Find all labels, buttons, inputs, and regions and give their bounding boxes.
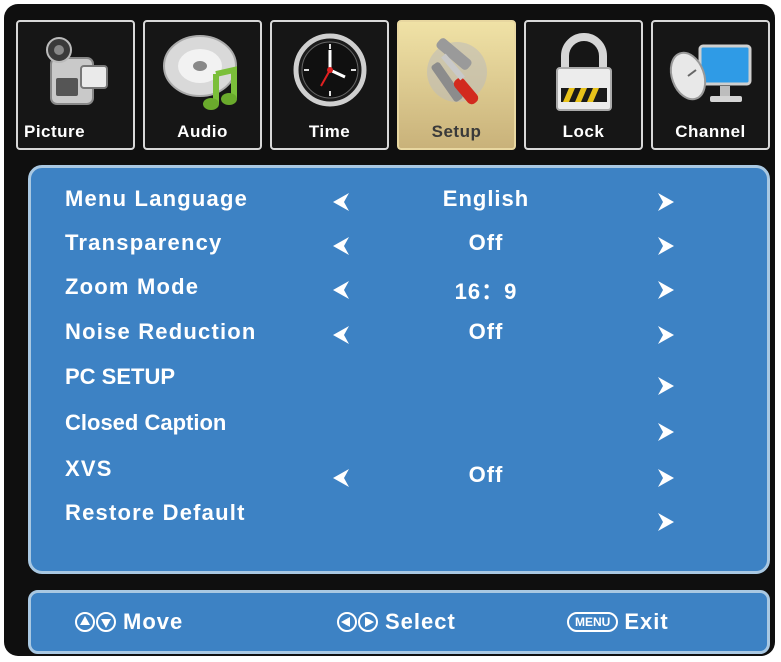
menu-item-label: Menu Language xyxy=(65,186,249,211)
setup-menu-panel: Menu Language English Transparency Off Z… xyxy=(28,165,770,574)
tab-lock-label: Lock xyxy=(562,122,605,141)
footer-hint-bar: Move Select MENU Exit xyxy=(28,590,770,654)
tab-time[interactable]: Time xyxy=(270,20,389,150)
left-arrow-icon[interactable] xyxy=(331,323,351,347)
left-arrow-icon[interactable] xyxy=(331,278,351,302)
tab-audio-label: Audio xyxy=(177,122,228,141)
tab-picture[interactable]: Picture xyxy=(16,20,135,150)
menu-item-label: Zoom Mode xyxy=(65,274,200,299)
tab-setup[interactable]: Setup xyxy=(397,20,516,150)
right-arrow-icon[interactable] xyxy=(656,278,676,302)
menu-item-value: 16：9 xyxy=(454,279,518,304)
left-right-arrows-icon xyxy=(337,612,378,632)
menu-item-value: Off xyxy=(468,230,504,255)
up-down-arrows-icon xyxy=(75,612,116,632)
move-hint: Move xyxy=(75,607,183,637)
menu-row-transparency[interactable]: Transparency Off xyxy=(31,226,767,266)
menu-key-badge: MENU xyxy=(567,612,619,632)
menu-row-noise-reduction[interactable]: Noise Reduction Off xyxy=(31,315,767,355)
menu-row-zoom-mode[interactable]: Zoom Mode 16：9 xyxy=(31,270,767,310)
right-arrow-icon[interactable] xyxy=(656,420,676,444)
menu-row-closed-caption[interactable]: Closed Caption xyxy=(31,406,767,446)
menu-row-pc-setup[interactable]: PC SETUP xyxy=(31,360,767,400)
menu-item-value: Off xyxy=(468,319,504,344)
padlock-icon xyxy=(555,33,612,111)
menu-item-label: Noise Reduction xyxy=(65,319,257,344)
menu-item-label: Restore Default xyxy=(65,500,246,525)
tab-audio[interactable]: Audio xyxy=(143,20,262,150)
select-hint-label: Select xyxy=(385,609,456,634)
menu-item-label: Closed Caption xyxy=(65,410,227,435)
tab-channel[interactable]: Channel xyxy=(651,20,770,150)
menu-row-restore-default[interactable]: Restore Default xyxy=(31,496,767,536)
menu-tab-bar: Picture Audio Time Setup Lock Channel xyxy=(16,20,771,150)
right-arrow-icon[interactable] xyxy=(656,234,676,258)
exit-hint-label: Exit xyxy=(624,609,669,634)
left-arrow-icon[interactable] xyxy=(331,234,351,258)
tv-osd-frame: Picture Audio Time Setup Lock Channel Me… xyxy=(4,4,775,656)
menu-row-xvs[interactable]: XVS Off xyxy=(31,452,767,492)
menu-item-value: English xyxy=(442,186,530,211)
menu-item-label: Transparency xyxy=(65,230,223,255)
menu-row-menu-language[interactable]: Menu Language English xyxy=(31,182,767,222)
move-hint-label: Move xyxy=(123,609,184,634)
exit-hint: MENU Exit xyxy=(567,607,669,637)
satellite-monitor-icon xyxy=(669,44,751,102)
right-arrow-icon[interactable] xyxy=(656,466,676,490)
select-hint: Select xyxy=(337,607,456,637)
right-arrow-icon[interactable] xyxy=(656,510,676,534)
tab-setup-label: Setup xyxy=(431,122,482,141)
tab-channel-label: Channel xyxy=(675,122,746,141)
right-arrow-icon[interactable] xyxy=(656,374,676,398)
clock-icon xyxy=(293,33,366,107)
menu-item-label: XVS xyxy=(65,456,113,481)
right-arrow-icon[interactable] xyxy=(656,323,676,347)
tab-time-label: Time xyxy=(308,122,351,141)
tab-lock[interactable]: Lock xyxy=(524,20,643,150)
left-arrow-icon[interactable] xyxy=(331,190,351,214)
tab-picture-label: Picture xyxy=(24,122,86,141)
right-arrow-icon[interactable] xyxy=(656,190,676,214)
menu-item-label: PC SETUP xyxy=(65,364,176,389)
tools-icon xyxy=(426,38,487,105)
music-disc-icon xyxy=(162,35,237,110)
left-arrow-icon[interactable] xyxy=(331,466,351,490)
camcorder-icon xyxy=(45,37,108,105)
menu-item-value: Off xyxy=(468,462,504,487)
